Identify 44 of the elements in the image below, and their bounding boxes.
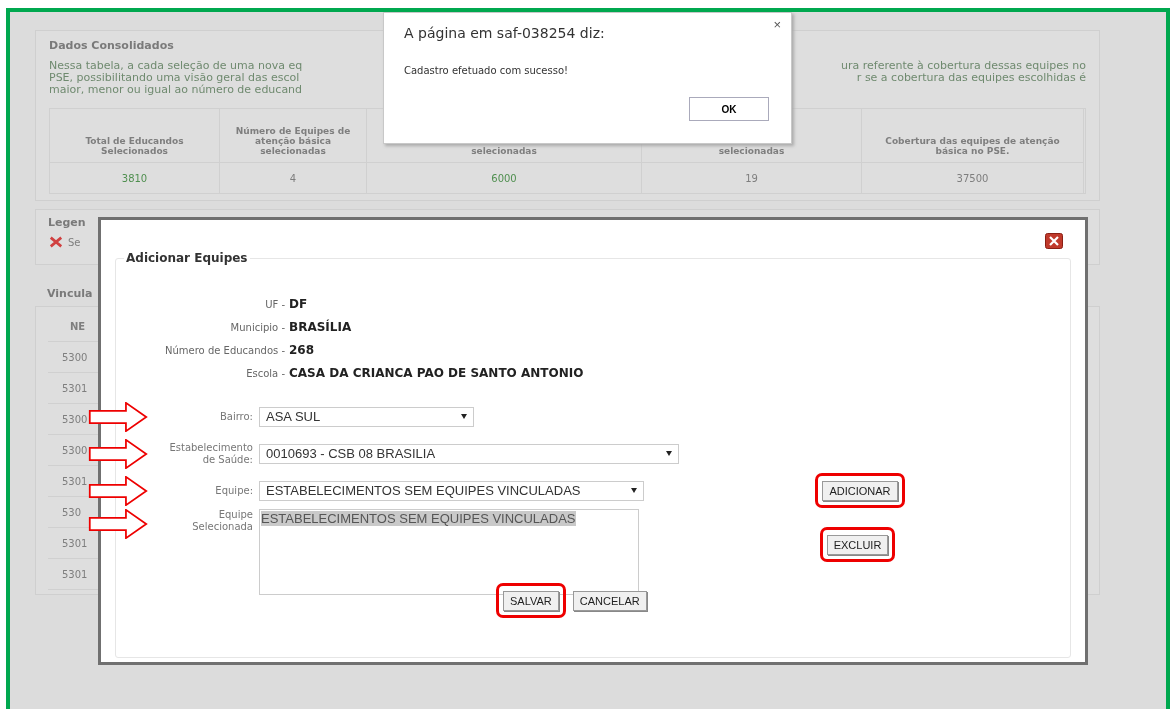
list-item[interactable]: ESTABELECIMENTOS SEM EQUIPES VINCULADAS bbox=[261, 511, 576, 526]
info-label: Municipio - bbox=[229, 322, 285, 333]
dropdown-field[interactable]: 0010693 - CSB 08 BRASILIA bbox=[259, 443, 679, 464]
field-label: Equipe: bbox=[214, 484, 253, 497]
table-cell: 6000 bbox=[367, 163, 642, 193]
section-title: Legen bbox=[48, 216, 87, 229]
section-title: Vincula bbox=[47, 287, 94, 300]
section-title: Dados Consolidados bbox=[49, 39, 175, 52]
info-value: BRASÍLIA bbox=[289, 320, 353, 334]
info-value: DF bbox=[289, 297, 309, 311]
paragraph-text: PSE, possibilitando uma visão geral das escol bbox=[49, 72, 300, 84]
info-value: 268 bbox=[289, 343, 316, 357]
field-label: Estabelecimento de Saúde: bbox=[168, 441, 253, 466]
dropdown-field[interactable]: ESTABELECIMENTOS SEM EQUIPES VINCULADAS bbox=[259, 480, 644, 501]
table-cell: 37500 bbox=[862, 163, 1084, 193]
action-button[interactable]: EXCLUIR bbox=[826, 535, 889, 555]
table-cell: 3810 bbox=[50, 163, 220, 193]
action-button[interactable]: ADICIONAR bbox=[822, 481, 898, 501]
legend-label: Se bbox=[68, 236, 81, 248]
dropdown-field[interactable]: ASA SUL bbox=[259, 406, 474, 427]
info-label: UF - bbox=[264, 299, 285, 310]
paragraph-text: r se a cobertura das equipes escolhidas é bbox=[856, 72, 1086, 84]
caret-icon bbox=[666, 451, 672, 456]
caret-icon bbox=[631, 488, 637, 493]
close-icon[interactable] bbox=[1045, 233, 1063, 249]
paragraph-text: ura referente à cobertura dessas equipes no bbox=[841, 60, 1086, 72]
action-button[interactable]: CANCELAR bbox=[572, 591, 647, 611]
fieldset-legend: Adicionar Equipes bbox=[124, 251, 250, 265]
paragraph-text: maior, menor ou igual ao número de educand bbox=[49, 84, 303, 96]
column-header: Número de Equipes de atenção básica selecionadas bbox=[220, 109, 367, 163]
cross-icon bbox=[48, 235, 64, 249]
column-header: Total de Educandos Selecionados bbox=[50, 109, 220, 163]
table-cell: 19 bbox=[642, 163, 862, 193]
caret-icon bbox=[461, 414, 467, 419]
info-label: Número de Educandos - bbox=[164, 345, 285, 356]
ok-button[interactable]: OK bbox=[689, 97, 769, 121]
action-button[interactable]: SALVAR bbox=[503, 591, 559, 611]
column-header: Cobertura das equipes de atenção básica no PSE. bbox=[862, 109, 1084, 163]
paragraph-text: Nessa tabela, a cada seleção de uma nova eq bbox=[49, 60, 303, 72]
table-cell: 4 bbox=[220, 163, 367, 193]
alert-title: A página em saf-038254 diz: bbox=[404, 25, 605, 41]
field-label: Bairro: bbox=[218, 410, 253, 423]
close-button[interactable]: × bbox=[773, 17, 781, 32]
alert-message: Cadastro efetuado com sucesso! bbox=[404, 65, 569, 76]
